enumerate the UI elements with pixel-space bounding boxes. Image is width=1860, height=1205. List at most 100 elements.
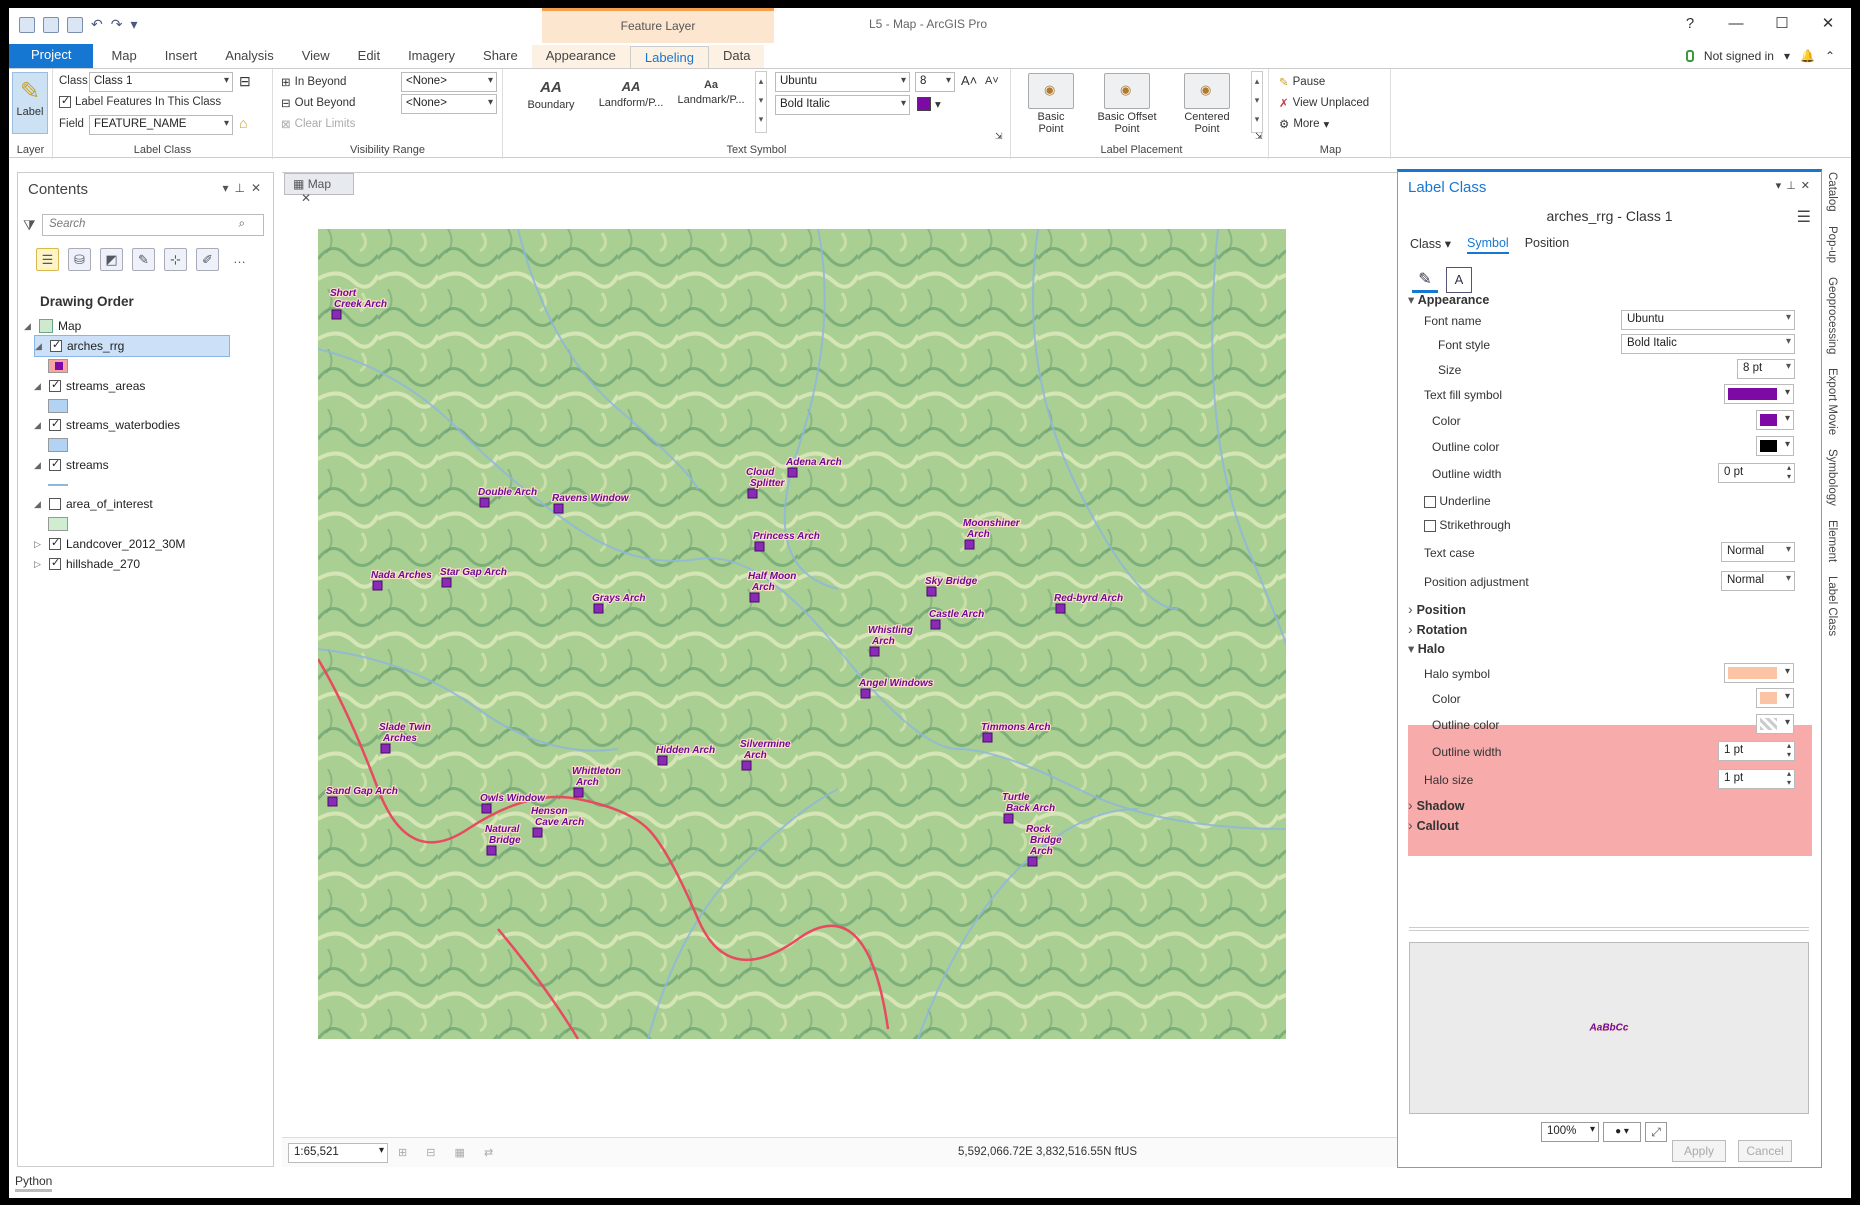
- halo-outline-color-button[interactable]: [1756, 714, 1794, 734]
- expand-icon[interactable]: ◢: [34, 499, 44, 510]
- text-color-button[interactable]: ▾: [917, 97, 941, 111]
- dock-tab[interactable]: Element: [1826, 520, 1838, 562]
- placement-centered-point[interactable]: CenteredPoint: [1175, 73, 1239, 135]
- layer-visibility-checkbox[interactable]: [49, 498, 61, 510]
- help-button[interactable]: ?: [1667, 8, 1713, 40]
- outline-width-spinner[interactable]: 0 pt: [1718, 463, 1795, 483]
- map-canvas[interactable]: Short Creek ArchDouble ArchRavens WindowC…: [318, 229, 1286, 1039]
- arch-point[interactable]: [532, 827, 543, 838]
- font-size-combo[interactable]: 8: [915, 72, 955, 92]
- close-tab-icon[interactable]: ✕: [301, 191, 311, 205]
- layer-visibility-checkbox[interactable]: [49, 378, 61, 392]
- arch-point[interactable]: [1055, 603, 1066, 614]
- arch-point[interactable]: [747, 488, 758, 499]
- layer-visibility-checkbox[interactable]: [49, 417, 61, 431]
- arch-point[interactable]: [964, 539, 975, 550]
- layer-row[interactable]: ▷ Landcover_2012_30M: [34, 533, 264, 555]
- map-node[interactable]: ◢ Map: [24, 315, 264, 337]
- out-beyond-button[interactable]: ⊟ Out Beyond: [281, 96, 355, 110]
- arch-point[interactable]: [657, 755, 668, 766]
- in-beyond-combo[interactable]: <None>: [401, 72, 497, 92]
- arch-point[interactable]: [787, 467, 798, 478]
- arch-point[interactable]: [441, 577, 452, 588]
- gallery-landform[interactable]: AA Landform/P...: [591, 73, 671, 123]
- layer-visibility-checkbox[interactable]: [49, 536, 61, 550]
- arch-point[interactable]: [1003, 813, 1014, 824]
- minimize-button[interactable]: —: [1713, 8, 1759, 40]
- placement-basic-point[interactable]: BasicPoint: [1019, 73, 1083, 135]
- label-features-checkbox[interactable]: Label Features In This Class: [59, 94, 221, 108]
- halo-symbol-button[interactable]: [1724, 663, 1794, 683]
- halo-outline-width-spinner[interactable]: 1 pt: [1718, 741, 1795, 761]
- preview-pin-icon[interactable]: ⤢: [1645, 1122, 1667, 1142]
- search-icon[interactable]: ⌕: [239, 218, 245, 231]
- halo-size-spinner[interactable]: 1 pt: [1718, 769, 1795, 789]
- text-symbol-launcher-icon[interactable]: ⇲: [995, 131, 1003, 142]
- halo-section[interactable]: Halo: [1408, 641, 1445, 656]
- callout-section[interactable]: Callout: [1408, 817, 1459, 833]
- tab-insert[interactable]: Insert: [151, 45, 212, 69]
- underline-checkbox[interactable]: Underline: [1424, 494, 1491, 508]
- arch-point[interactable]: [926, 586, 937, 597]
- customize-toolbar-icon[interactable]: ▾: [130, 16, 137, 33]
- dock-tab[interactable]: Symbology: [1826, 449, 1838, 506]
- list-by-drawing-order-icon[interactable]: ☰: [36, 248, 59, 271]
- arch-point[interactable]: [749, 592, 760, 603]
- list-by-source-icon[interactable]: ⛁: [68, 248, 91, 271]
- arch-point[interactable]: [930, 619, 941, 630]
- layer-row[interactable]: ◢ streams_waterbodies: [34, 414, 264, 436]
- contents-search-input[interactable]: Search ⌕: [42, 214, 264, 236]
- arch-point[interactable]: [380, 743, 391, 754]
- dock-tab[interactable]: Pop-up: [1826, 226, 1838, 263]
- dock-tab[interactable]: Catalog: [1826, 172, 1838, 212]
- position-section[interactable]: Position: [1408, 601, 1466, 617]
- tab-labeling[interactable]: Labeling: [629, 46, 710, 70]
- tab-position[interactable]: Position: [1525, 236, 1569, 254]
- fill-color-button[interactable]: [1756, 410, 1794, 430]
- out-beyond-combo[interactable]: <None>: [401, 94, 497, 114]
- expand-icon[interactable]: ▷: [34, 539, 44, 550]
- cancel-button[interactable]: Cancel: [1738, 1140, 1792, 1162]
- gallery-scroll[interactable]: ▴ ▾ ▾: [755, 71, 767, 133]
- tab-share[interactable]: Share: [469, 45, 532, 69]
- arch-point[interactable]: [481, 803, 492, 814]
- tab-edit[interactable]: Edit: [344, 45, 394, 69]
- arch-point[interactable]: [869, 646, 880, 657]
- position-adjustment-combo[interactable]: Normal: [1721, 571, 1795, 591]
- tab-class[interactable]: Class ▾: [1410, 236, 1451, 254]
- layer-row[interactable]: ◢ streams: [34, 454, 264, 476]
- tab-data[interactable]: Data: [709, 45, 765, 69]
- arch-point[interactable]: [327, 796, 338, 807]
- expand-icon[interactable]: ◢: [24, 321, 34, 332]
- arch-point[interactable]: [486, 845, 497, 856]
- pane-controls[interactable]: ▾⊥✕: [1776, 179, 1815, 192]
- underline-check[interactable]: [1424, 495, 1436, 508]
- tab-symbol[interactable]: Symbol: [1467, 236, 1509, 254]
- tab-analysis[interactable]: Analysis: [211, 45, 287, 69]
- arch-point[interactable]: [331, 309, 342, 320]
- clear-limits-button[interactable]: ⊠ Clear Limits: [281, 117, 355, 131]
- tab-map[interactable]: Map: [97, 45, 150, 69]
- font-style-combo[interactable]: Bold Italic: [775, 95, 910, 115]
- expand-icon[interactable]: ◢: [35, 341, 45, 352]
- halo-color-button[interactable]: [1756, 688, 1794, 708]
- apply-button[interactable]: Apply: [1672, 1140, 1726, 1162]
- arch-point[interactable]: [573, 787, 584, 798]
- font-name-combo[interactable]: Ubuntu: [1621, 310, 1795, 330]
- in-beyond-button[interactable]: ⊞ In Beyond: [281, 75, 346, 89]
- preview-splitter[interactable]: [1409, 927, 1809, 931]
- more-button[interactable]: ⚙ More ▾: [1279, 117, 1329, 131]
- layer-row[interactable]: ◢ streams_areas: [34, 375, 264, 397]
- rotation-section[interactable]: Rotation: [1408, 621, 1468, 637]
- filter-icon[interactable]: ⧩: [23, 217, 36, 234]
- arch-point[interactable]: [860, 688, 871, 699]
- python-window-tab[interactable]: Python: [15, 1174, 53, 1192]
- pause-button[interactable]: ✎ Pause: [1279, 75, 1325, 89]
- tab-appearance[interactable]: Appearance: [531, 45, 630, 69]
- layer-row[interactable]: ◢ area_of_interest: [34, 493, 264, 515]
- redo-icon[interactable]: ↷: [111, 16, 123, 33]
- list-by-labeling-icon[interactable]: ✐: [196, 248, 219, 271]
- layer-visibility-checkbox[interactable]: [49, 457, 61, 471]
- preview-background-button[interactable]: ● ▾: [1603, 1122, 1641, 1142]
- strikethrough-checkbox[interactable]: Strikethrough: [1424, 518, 1511, 532]
